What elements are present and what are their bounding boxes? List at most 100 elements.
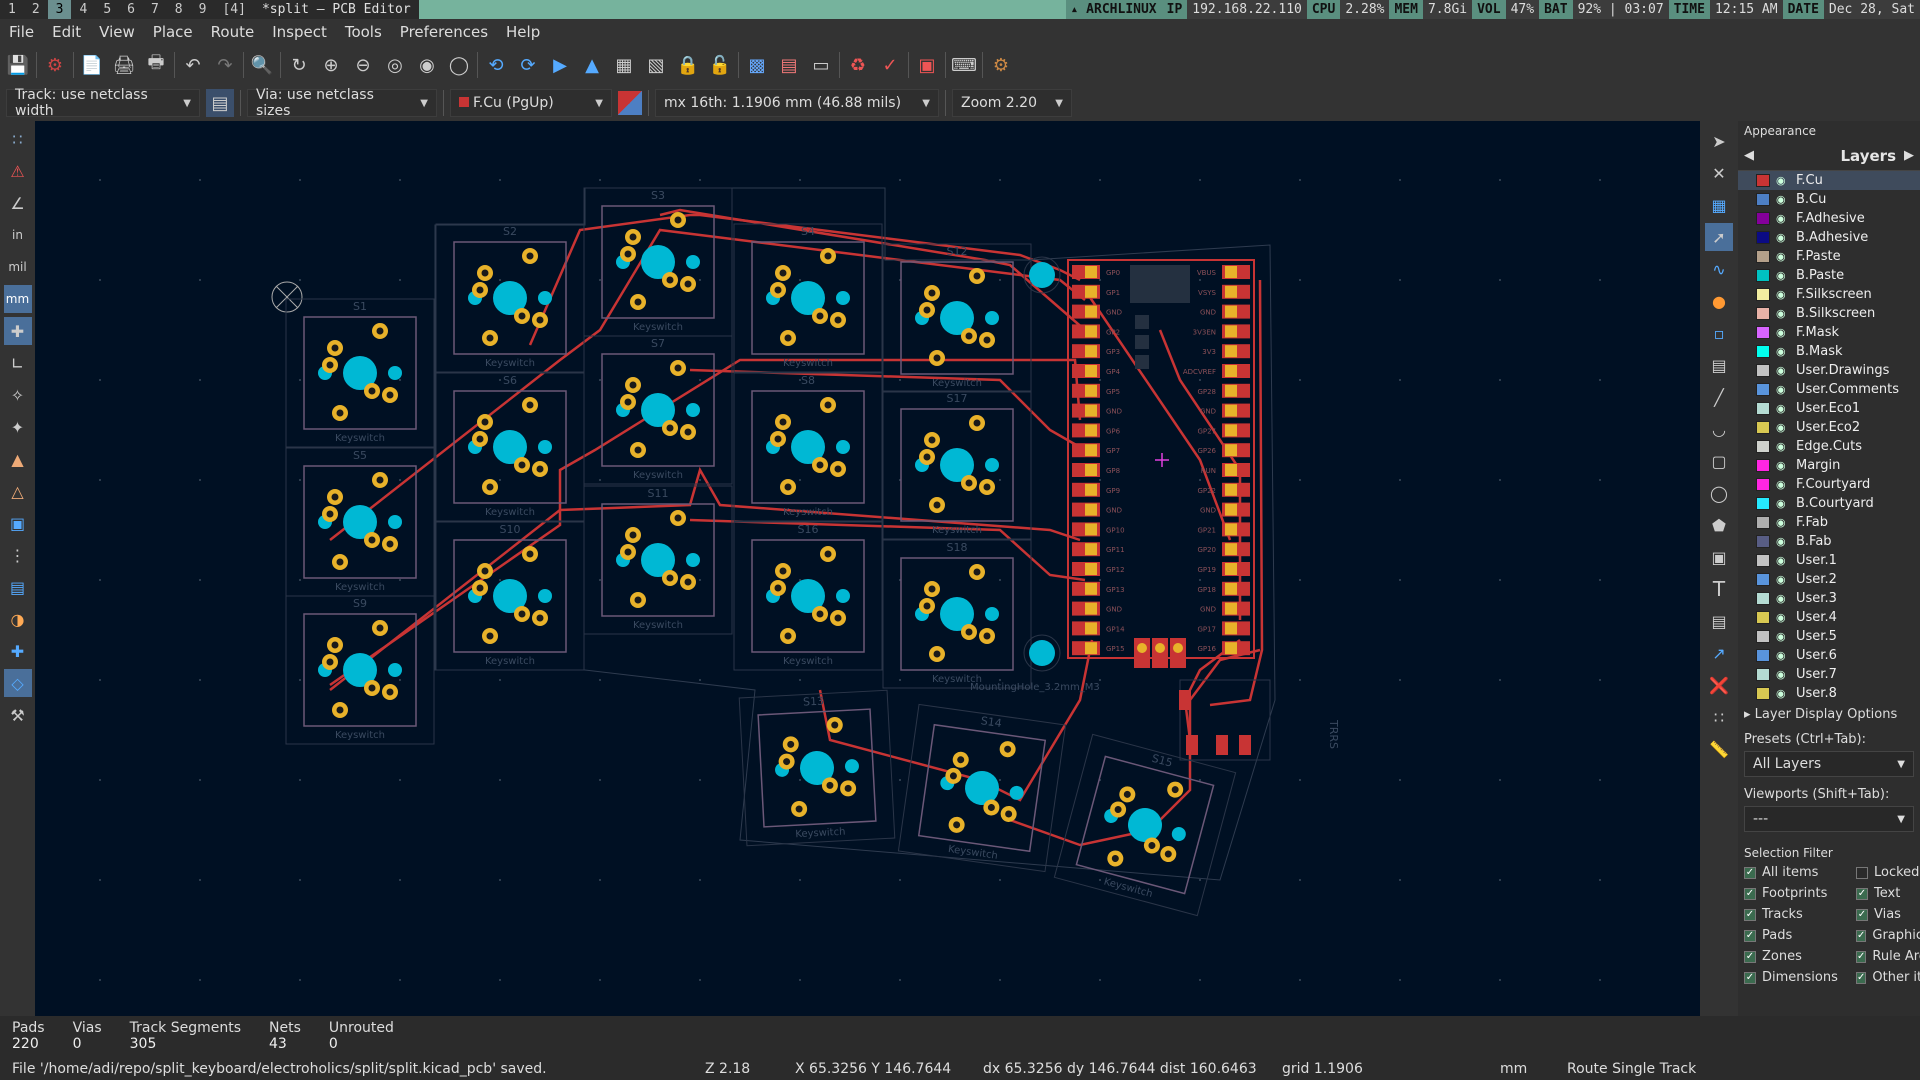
menu-edit[interactable]: Edit: [43, 23, 90, 41]
filter-dimensions[interactable]: ✓ Dimensions: [1744, 967, 1856, 988]
filter-footprints[interactable]: ✓ Footprints: [1744, 883, 1856, 904]
inch-units-icon[interactable]: in: [4, 221, 32, 249]
layer-color-swatch[interactable]: [1756, 516, 1770, 529]
switch-footprint[interactable]: S13 Keyswitch: [738, 689, 896, 847]
save-icon[interactable]: 💾: [4, 51, 32, 79]
footprint-editor-icon[interactable]: ▤: [775, 51, 803, 79]
layer-color-swatch[interactable]: [1756, 687, 1770, 700]
checkbox[interactable]: ✓: [1744, 866, 1756, 879]
layer-row[interactable]: ◉ F.Fab: [1738, 513, 1920, 532]
switch-footprint[interactable]: S18Keyswitch: [882, 539, 1032, 689]
footprint-browser-icon[interactable]: ▭: [807, 51, 835, 79]
layer-row[interactable]: ◉ User.7: [1738, 665, 1920, 684]
layer-color-swatch[interactable]: [1756, 212, 1770, 225]
workspace-1[interactable]: 1: [0, 0, 24, 19]
high-contrast-icon[interactable]: ◑: [4, 605, 32, 633]
eye-icon[interactable]: ◉: [1776, 383, 1790, 396]
switch-footprint[interactable]: S2 Keyswitch: [435, 223, 585, 373]
zoom-out-icon[interactable]: ⊖: [349, 51, 377, 79]
zoom-selection-icon[interactable]: ◯: [445, 51, 473, 79]
layer-row[interactable]: ◉ User.3: [1738, 589, 1920, 608]
eye-icon[interactable]: ◉: [1776, 174, 1790, 187]
drc-icon[interactable]: ✓: [876, 51, 904, 79]
filter-pads[interactable]: ✓ Pads: [1744, 925, 1856, 946]
switch-footprint[interactable]: S14Keyswitch: [897, 703, 1067, 873]
eye-icon[interactable]: ◉: [1776, 649, 1790, 662]
workspace-5[interactable]: 5: [95, 0, 119, 19]
track-autowidth-icon[interactable]: ▤: [206, 89, 234, 117]
layer-row[interactable]: ◉ User.Comments: [1738, 380, 1920, 399]
layer-color-swatch[interactable]: [1756, 193, 1770, 206]
switch-footprint[interactable]: S4 Keyswitch: [733, 223, 883, 373]
lock-icon[interactable]: 🔒: [674, 51, 702, 79]
checkbox[interactable]: ✓: [1744, 950, 1756, 963]
layer-color-swatch[interactable]: [1756, 383, 1770, 396]
menu-file[interactable]: File: [0, 23, 43, 41]
delete-tool-icon[interactable]: ❌: [1705, 671, 1733, 699]
layer-row[interactable]: ◉ B.Adhesive: [1738, 228, 1920, 247]
redo-icon[interactable]: ↷: [211, 51, 239, 79]
flip-icon[interactable]: ▶: [546, 51, 574, 79]
layer-row[interactable]: ◉ F.Courtyard: [1738, 475, 1920, 494]
layer-row[interactable]: ◉ B.Mask: [1738, 342, 1920, 361]
tune-length-icon[interactable]: ∿: [1705, 255, 1733, 283]
layer-color-swatch[interactable]: [1756, 478, 1770, 491]
select-arrow-icon[interactable]: ➤: [1705, 127, 1733, 155]
page-settings-icon[interactable]: 📄: [78, 51, 106, 79]
menu-inspect[interactable]: Inspect: [263, 23, 336, 41]
layer-row[interactable]: ◉ F.Paste: [1738, 247, 1920, 266]
rule-area-icon[interactable]: ▤: [1705, 351, 1733, 379]
switch-footprint[interactable]: S8 Keyswitch: [733, 372, 883, 522]
checkbox[interactable]: ✓: [1856, 929, 1867, 942]
via-sketch-icon[interactable]: ⋮: [4, 541, 32, 569]
filter-tracks[interactable]: ✓ Tracks: [1744, 904, 1856, 925]
checkbox[interactable]: ✓: [1744, 908, 1756, 921]
layer-row[interactable]: ◉ F.Cu: [1738, 171, 1920, 190]
draw-circle-icon[interactable]: ◯: [1705, 479, 1733, 507]
scripting-console-icon[interactable]: ⌨: [950, 51, 978, 79]
schematic-icon[interactable]: ▣: [913, 51, 941, 79]
checkbox[interactable]: ✓: [1856, 908, 1868, 921]
eye-icon[interactable]: ◉: [1776, 459, 1790, 472]
draw-arc-icon[interactable]: ◡: [1705, 415, 1733, 443]
filter-locked[interactable]: Locked: [1856, 862, 1920, 883]
angle-snap-icon[interactable]: ∟: [4, 349, 32, 377]
pad-sketch-icon[interactable]: ▣: [4, 509, 32, 537]
draw-rectangle-icon[interactable]: ▢: [1705, 447, 1733, 475]
tab-right-arrow-icon[interactable]: ▶: [1904, 148, 1914, 163]
zoom-objects-icon[interactable]: ◉: [413, 51, 441, 79]
add-dimension-icon[interactable]: ↗: [1705, 639, 1733, 667]
menu-view[interactable]: View: [90, 23, 144, 41]
checkbox[interactable]: [1856, 866, 1868, 879]
add-text-icon[interactable]: T: [1705, 575, 1733, 603]
grid-toggle-icon[interactable]: ∷: [4, 125, 32, 153]
layer-color-swatch[interactable]: [1756, 421, 1770, 434]
eye-icon[interactable]: ◉: [1776, 478, 1790, 491]
layer-color-swatch[interactable]: [1756, 611, 1770, 624]
switch-footprint[interactable]: S1 Keyswitch: [285, 298, 435, 448]
filter-graphics[interactable]: ✓ Graphics: [1856, 925, 1920, 946]
menu-route[interactable]: Route: [202, 23, 264, 41]
layer-color-swatch[interactable]: [1756, 250, 1770, 263]
layers-manager-icon[interactable]: ◇: [3, 669, 32, 697]
eye-icon[interactable]: ◉: [1776, 592, 1790, 605]
polar-coords-icon[interactable]: ∠: [4, 189, 32, 217]
zoom-select[interactable]: Zoom 2.20 ▼: [952, 89, 1072, 117]
eye-icon[interactable]: ◉: [1776, 345, 1790, 358]
add-image-icon[interactable]: ▣: [1705, 543, 1733, 571]
layer-row[interactable]: ◉ User.6: [1738, 646, 1920, 665]
layer-row[interactable]: ◉ F.Adhesive: [1738, 209, 1920, 228]
layer-row[interactable]: ◉ Edge.Cuts: [1738, 437, 1920, 456]
zoom-in-icon[interactable]: ⊕: [317, 51, 345, 79]
workspace-3[interactable]: 3: [47, 0, 72, 19]
eye-icon[interactable]: ◉: [1776, 212, 1790, 225]
tab-layers[interactable]: Layers: [1841, 147, 1897, 165]
layer-color-swatch[interactable]: [1756, 174, 1770, 187]
checkbox[interactable]: ✓: [1856, 950, 1867, 963]
layer-row[interactable]: ◉ User.1: [1738, 551, 1920, 570]
layer-color-swatch[interactable]: [1756, 554, 1770, 567]
eye-icon[interactable]: ◉: [1776, 554, 1790, 567]
layer-row[interactable]: ◉ B.Paste: [1738, 266, 1920, 285]
layer-display-options[interactable]: ▸ Layer Display Options: [1738, 703, 1920, 722]
checkbox[interactable]: ✓: [1744, 929, 1756, 942]
